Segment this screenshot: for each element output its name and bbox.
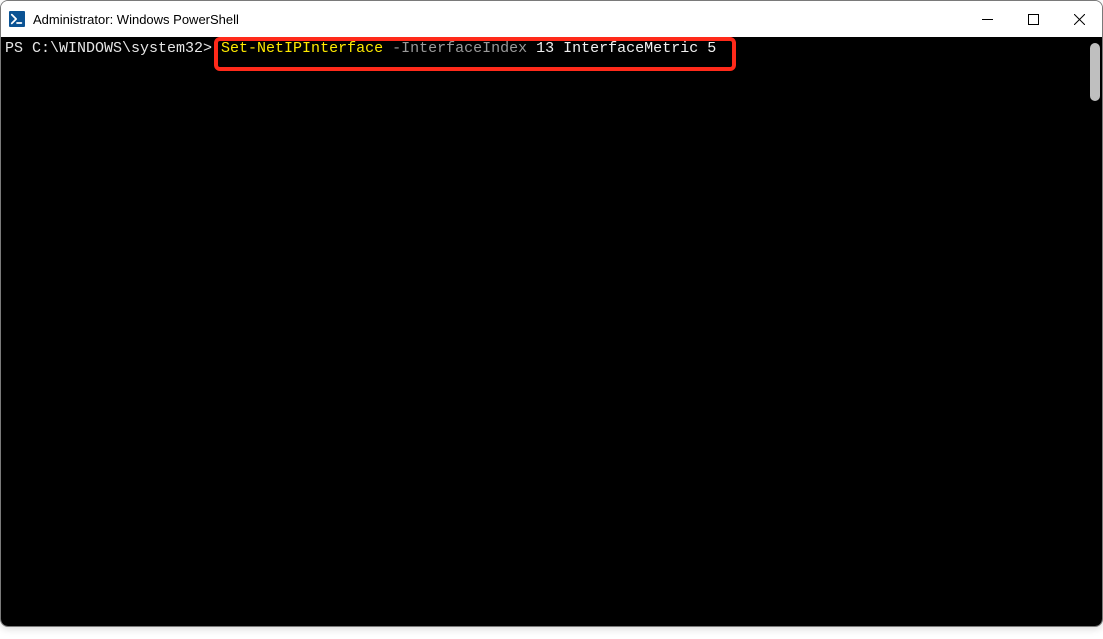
prompt-text: PS C:\WINDOWS\system32> — [5, 40, 221, 57]
terminal-area[interactable]: PS C:\WINDOWS\system32> Set-NetIPInterfa… — [1, 37, 1102, 626]
titlebar[interactable]: Administrator: Windows PowerShell — [1, 1, 1102, 37]
vertical-scrollbar-thumb[interactable] — [1090, 43, 1100, 101]
terminal-line: PS C:\WINDOWS\system32> Set-NetIPInterfa… — [1, 37, 1102, 59]
arg-metric-label: InterfaceMetric — [563, 40, 698, 57]
powershell-window: Administrator: Windows PowerShell PS C:\… — [0, 0, 1103, 627]
maximize-button[interactable] — [1010, 1, 1056, 37]
arg-index: 13 — [536, 40, 554, 57]
arg-metric-value: 5 — [707, 40, 716, 57]
close-button[interactable] — [1056, 1, 1102, 37]
minimize-button[interactable] — [964, 1, 1010, 37]
window-title: Administrator: Windows PowerShell — [33, 12, 239, 27]
command-token: Set-NetIPInterface — [221, 40, 383, 57]
param-token: -InterfaceIndex — [392, 40, 527, 57]
powershell-icon — [9, 11, 25, 27]
